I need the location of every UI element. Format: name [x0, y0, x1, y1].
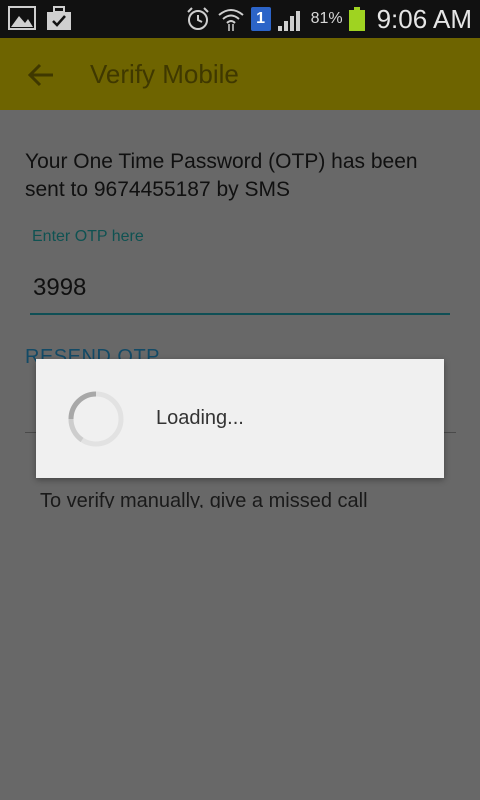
loading-spinner-icon [68, 391, 124, 447]
wifi-icon [217, 9, 244, 31]
sim-icon: 1 [250, 7, 271, 31]
battery-percent: 81% [310, 10, 343, 27]
manual-verify-text: To verify manually, give a missed call [40, 490, 368, 508]
signal-icon [277, 11, 300, 31]
app-bar: Verify Mobile [0, 38, 480, 110]
status-bar: 1 81% 9:06 AM [0, 0, 480, 38]
loading-text: Loading... [156, 407, 244, 429]
clock-time: 9:06 AM [376, 3, 472, 34]
otp-sent-message: Your One Time Password (OTP) has been se… [25, 150, 418, 201]
page-title: Verify Mobile [90, 59, 239, 89]
otp-input[interactable] [30, 266, 456, 310]
arrow-back-icon[interactable] [26, 60, 56, 90]
gallery-icon [8, 6, 36, 30]
battery-icon [348, 7, 365, 31]
otp-input-label: Enter OTP here [32, 228, 144, 245]
briefcase-check-icon [47, 6, 71, 30]
status-right-icons: 1 81% 9:06 AM [185, 0, 472, 38]
status-left-icons [8, 6, 72, 32]
loading-dialog: Loading... [36, 359, 444, 478]
alarm-icon [186, 7, 209, 30]
otp-input-underline [30, 313, 450, 315]
